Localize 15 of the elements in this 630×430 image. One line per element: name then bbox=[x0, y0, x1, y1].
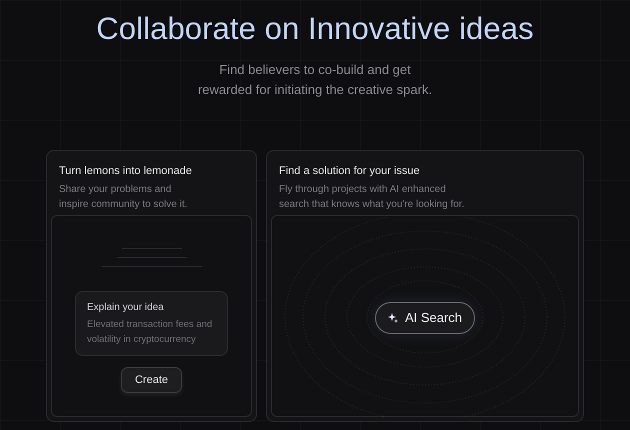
subtitle-text: Find believers to co-build and get bbox=[219, 61, 411, 79]
card-description: Fly through projects with AI enhanced bbox=[279, 183, 446, 197]
page-title: Collaborate on Innovative ideas bbox=[96, 12, 534, 46]
sparkle-icon bbox=[388, 313, 398, 323]
card-description: search that knows what you're looking for. bbox=[279, 198, 464, 212]
idea-text: Elevated transaction fees and bbox=[87, 318, 212, 332]
card-description: inspire community to solve it. bbox=[59, 198, 188, 212]
idea-text: volatility in cryptocurrency bbox=[87, 333, 196, 347]
card-title: Turn lemons into lemonade bbox=[59, 164, 192, 178]
ai-search-button[interactable]: AI Search bbox=[374, 302, 476, 334]
subtitle-text: rewarded for initiating the creative spark. bbox=[198, 81, 432, 99]
create-button[interactable]: Create bbox=[120, 367, 182, 393]
card-description: Share your problems and bbox=[59, 183, 172, 197]
card-title: Find a solution for your issue bbox=[279, 164, 420, 178]
idea-title: Explain your idea bbox=[87, 301, 164, 314]
